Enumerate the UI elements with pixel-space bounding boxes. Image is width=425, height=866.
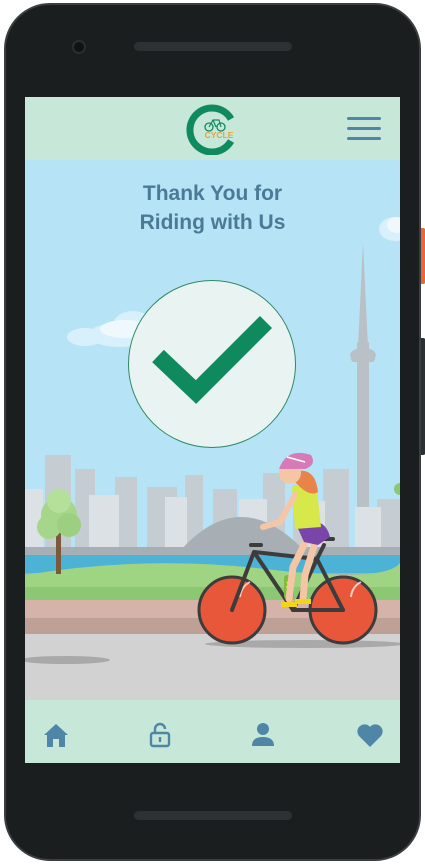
home-icon	[44, 724, 68, 747]
tab-favorites[interactable]	[355, 720, 385, 750]
hamburger-menu-icon[interactable]	[347, 117, 381, 141]
profile-icon	[252, 723, 274, 746]
ride-complete-badge	[128, 280, 296, 448]
front-camera	[72, 40, 86, 54]
app-screen: CYCLE Thank You for Riding with Us	[25, 97, 400, 763]
app-header: CYCLE	[25, 97, 400, 160]
thank-you-message: Thank You for Riding with Us	[139, 182, 286, 234]
tab-profile[interactable]	[248, 720, 278, 750]
heart-icon	[357, 724, 383, 747]
earpiece-speaker	[134, 42, 292, 51]
bottom-tab-bar	[25, 700, 400, 763]
cycle-logo: CYCLE	[186, 104, 235, 155]
volume-button	[421, 338, 425, 455]
tab-unlock[interactable]	[145, 720, 175, 750]
power-button	[421, 228, 425, 284]
tab-home[interactable]	[41, 720, 71, 750]
logo-text: CYCLE	[205, 130, 234, 140]
bottom-speaker	[134, 811, 292, 820]
checkmark-icon	[152, 315, 273, 404]
unlock-icon	[149, 722, 171, 748]
